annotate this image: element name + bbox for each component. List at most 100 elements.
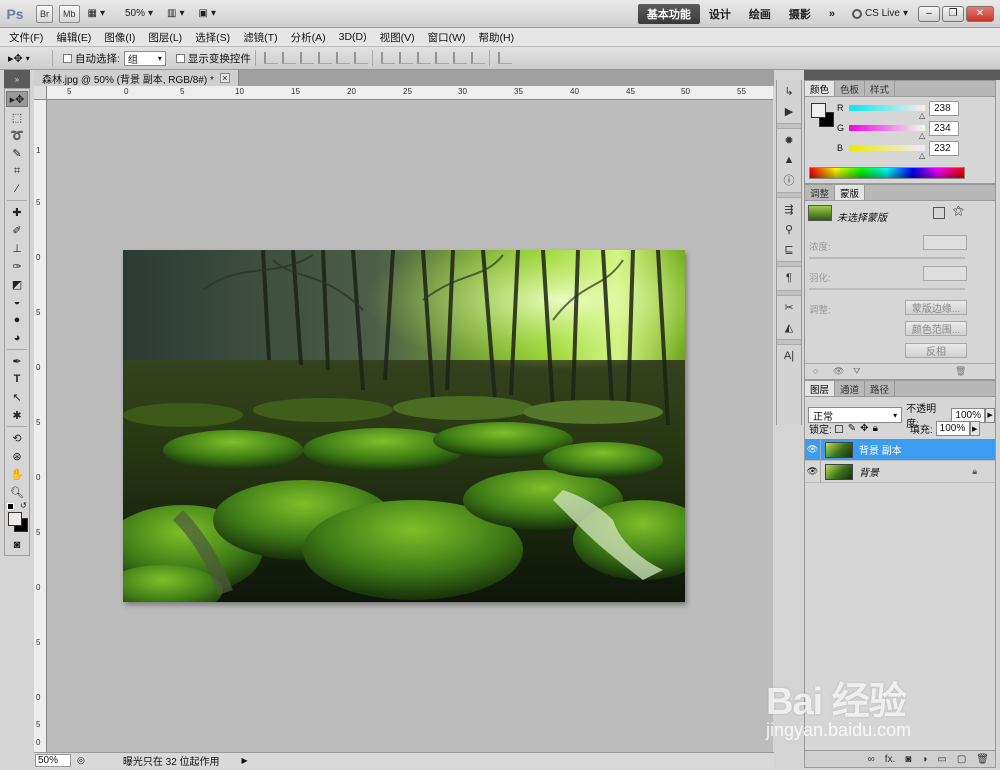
layer-row-background-copy[interactable]: 👁︎ 背景 副本 [805, 438, 995, 461]
lock-transparency-icon[interactable] [834, 424, 843, 433]
arrange-documents-dropdown[interactable]: ▥ ▾ [167, 8, 184, 19]
vector-mask-icon[interactable]: ⚝ [953, 205, 964, 218]
fill-input[interactable]: 100% [935, 421, 970, 436]
align-left-icon[interactable] [317, 52, 332, 64]
tool-presets-panel-icon[interactable]: ⊑ [779, 241, 799, 257]
quick-mask-button[interactable]: ◙ [6, 537, 28, 553]
mini-bridge-button[interactable]: Mb [59, 4, 80, 23]
align-horizontal-center-icon[interactable] [335, 52, 350, 64]
visibility-eye-icon[interactable]: 👁︎ [805, 460, 821, 483]
blur-tool[interactable]: ● [6, 312, 28, 328]
zoom-level-dropdown[interactable]: 50% ▾ [125, 8, 153, 19]
type-tool[interactable]: T [6, 371, 28, 387]
menu-layer[interactable]: 图层(L) [148, 30, 182, 45]
apply-mask-icon[interactable]: 👁︎ [833, 366, 844, 377]
lasso-tool[interactable]: ➰ [6, 127, 28, 143]
layer-style-icon[interactable]: fx. [885, 754, 896, 765]
slider-thumb-icon[interactable]: △ [919, 131, 925, 140]
tool-preset-picker[interactable]: ▸✥ ▾ [8, 49, 48, 67]
distribute-left-icon[interactable] [434, 52, 449, 64]
link-layers-icon[interactable]: ∞ [868, 754, 875, 765]
3d-panel-icon[interactable]: ✂ [779, 299, 799, 315]
path-selection-tool[interactable]: ↖ [6, 389, 28, 405]
density-slider[interactable] [809, 257, 965, 259]
foreground-color-swatch[interactable] [8, 512, 22, 526]
color-spectrum-bar[interactable] [809, 167, 965, 179]
slider-thumb-icon[interactable]: △ [919, 111, 925, 120]
canvas-pasteboard[interactable] [47, 100, 773, 752]
status-info-icon[interactable]: ◎ [77, 755, 85, 766]
status-menu-arrow-icon[interactable]: ▶ [242, 756, 248, 765]
auto-select-target-select[interactable]: 组 ▾ [123, 50, 166, 66]
document-tab[interactable]: 森林.jpg @ 50% (背景 副本, RGB/8#) * × [34, 70, 239, 86]
adjustment-layer-icon[interactable]: ◑ [921, 754, 927, 765]
align-top-icon[interactable] [263, 52, 278, 64]
clone-source-panel-icon[interactable]: ⚲ [779, 221, 799, 237]
blue-channel-value[interactable]: 232 [929, 141, 959, 156]
disable-mask-icon[interactable]: ⛛ [853, 366, 861, 377]
show-transform-controls-checkbox[interactable]: 显示变换控件 [175, 51, 251, 66]
auto-select-checkbox-box[interactable] [63, 53, 72, 63]
close-document-button[interactable]: × [219, 73, 230, 83]
toolbox-header[interactable]: » [4, 70, 30, 88]
brush-tool[interactable]: ✐ [6, 222, 28, 238]
navigator-panel-icon[interactable]: ✹ [779, 132, 799, 148]
actions-panel-icon[interactable]: ▶ [779, 103, 799, 119]
more-workspaces-button[interactable]: » [820, 4, 844, 24]
blue-channel-slider[interactable] [849, 145, 925, 151]
swap-colors-icon[interactable]: ↺ [20, 501, 27, 510]
distribute-vertical-center-icon[interactable] [398, 52, 413, 64]
red-channel-value[interactable]: 238 [929, 101, 959, 116]
foreground-color-swatch[interactable] [811, 103, 826, 118]
new-group-icon[interactable]: ▭ [937, 754, 946, 765]
zoom-level-field[interactable]: 50% [35, 754, 71, 767]
load-selection-icon[interactable]: ○ [813, 366, 818, 376]
healing-brush-tool[interactable]: ✚ [6, 204, 28, 220]
crop-tool[interactable]: ⌗ [6, 163, 28, 179]
3d-orbit-tool[interactable]: ⊛ [6, 448, 28, 464]
menu-3d[interactable]: 3D(D) [339, 31, 367, 43]
menu-filter[interactable]: 滤镜(T) [243, 30, 277, 45]
delete-layer-icon[interactable]: 🗑 [976, 754, 989, 765]
bridge-button[interactable]: Br [36, 4, 53, 23]
pixel-mask-icon[interactable] [933, 207, 945, 219]
zoom-tool[interactable]: 🔍︎ [6, 484, 28, 500]
restore-button[interactable]: ❐ [942, 5, 964, 22]
menu-window[interactable]: 窗口(W) [428, 30, 466, 45]
tab-adjustments[interactable]: 调整 [805, 185, 836, 200]
workspace-design-button[interactable]: 设计 [700, 4, 740, 24]
align-bottom-icon[interactable] [299, 52, 314, 64]
distribute-top-icon[interactable] [380, 52, 395, 64]
show-transform-checkbox-box[interactable] [175, 53, 185, 63]
quick-selection-tool[interactable]: ✎ [6, 145, 28, 161]
tab-swatches[interactable]: 色板 [835, 81, 866, 96]
menu-file[interactable]: 文件(F) [9, 30, 43, 45]
red-channel-slider[interactable] [849, 105, 925, 111]
menu-edit[interactable]: 编辑(E) [56, 30, 91, 45]
tab-masks[interactable]: 蒙版 [835, 185, 866, 200]
info-panel-icon[interactable]: ⓘ [779, 172, 799, 188]
view-extras-dropdown[interactable]: ▦ ▾ [88, 8, 105, 19]
default-colors-icon[interactable] [7, 503, 14, 510]
align-right-icon[interactable] [353, 52, 368, 64]
3d-rotate-tool[interactable]: ⟲ [6, 430, 28, 446]
dodge-tool[interactable]: ◕ [6, 330, 28, 346]
auto-select-checkbox[interactable]: 自动选择: [63, 51, 120, 66]
mask-edge-button[interactable]: 蒙版边缘... [905, 300, 967, 315]
tab-channels[interactable]: 通道 [835, 381, 866, 396]
tab-layers[interactable]: 图层 [805, 381, 836, 396]
color-range-button[interactable]: 颜色范围... [905, 321, 967, 336]
lock-position-icon[interactable]: ✥ [860, 423, 868, 434]
lock-all-icon[interactable]: 🔒︎ [873, 423, 878, 434]
panel-dock-header[interactable] [804, 70, 1000, 80]
tab-paths[interactable]: 路径 [865, 381, 896, 396]
distribute-horizontal-center-icon[interactable] [452, 52, 467, 64]
ruler-origin[interactable] [34, 86, 47, 100]
delete-mask-icon[interactable]: 🗑︎ [955, 366, 966, 377]
green-channel-value[interactable]: 234 [929, 121, 959, 136]
screen-mode-dropdown[interactable]: ▣ ▾ [199, 8, 216, 19]
eyedropper-tool[interactable]: ⁄ [6, 181, 28, 197]
green-channel-slider[interactable] [849, 125, 925, 131]
brush-panel-icon[interactable]: ⇶ [779, 201, 799, 217]
minimize-button[interactable]: – [918, 5, 940, 22]
